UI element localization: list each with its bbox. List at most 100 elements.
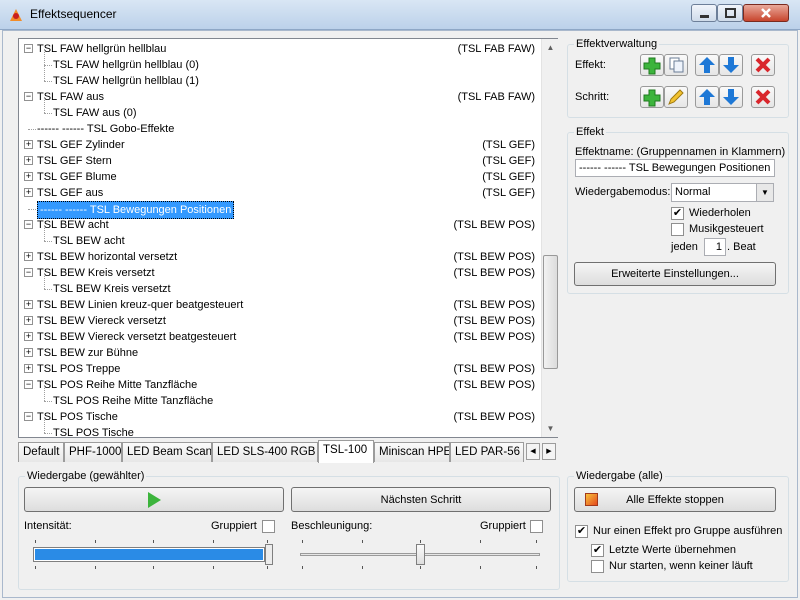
tree-row[interactable]: + TSL GEF Stern (TSL GEF) [19, 153, 541, 169]
tab-led-sls-400-rgb[interactable]: LED SLS-400 RGB [212, 442, 318, 462]
arrow-up-icon [699, 89, 715, 105]
tab-phf-1000[interactable]: PHF-1000 [64, 442, 122, 462]
expand-icon[interactable]: + [24, 140, 33, 149]
tree-row[interactable]: + TSL BEW Viereck versetzt (TSL BEW POS) [19, 313, 541, 329]
tree-row-group-tag: (TSL GEF) [482, 187, 535, 199]
tree-row[interactable]: − TSL FAW hellgrün hellblau (TSL FAB FAW) [19, 41, 541, 57]
acceleration-thumb[interactable] [416, 544, 425, 565]
collapse-icon[interactable]: − [24, 92, 33, 101]
tree-row[interactable]: TSL POS Reihe Mitte Tanzfläche [19, 385, 541, 409]
expand-icon[interactable]: + [24, 252, 33, 261]
tab-scroll-left-icon[interactable]: ◀ [526, 443, 540, 460]
tab-miniscan-hpe[interactable]: Miniscan HPE [374, 442, 450, 462]
tree-scrollbar[interactable]: ▲ ▼ [541, 39, 558, 437]
add-effect-button[interactable] [640, 54, 664, 76]
tree-row[interactable]: + TSL GEF Blume (TSL GEF) [19, 169, 541, 185]
expand-icon[interactable]: + [24, 300, 33, 309]
keep-last-values-checkbox[interactable]: ✔ [591, 544, 604, 557]
tree-row[interactable]: TSL BEW acht [19, 225, 541, 249]
playback-mode-select[interactable]: Normal ▼ [671, 183, 774, 202]
tab-led-beam-scan[interactable]: LED Beam Scan [122, 442, 212, 462]
delete-step-button[interactable] [751, 86, 775, 108]
tree-row[interactable]: ------ ------ TSL Bewegungen Positionen [19, 201, 541, 219]
tree-row-group-tag: (TSL GEF) [482, 171, 535, 183]
move-effect-down-button[interactable] [719, 54, 743, 76]
tree-row[interactable]: − TSL BEW Kreis versetzt (TSL BEW POS) [19, 265, 541, 281]
advanced-settings-button[interactable]: Erweiterte Einstellungen... [574, 262, 776, 286]
collapse-icon[interactable]: − [24, 412, 33, 421]
move-step-down-button[interactable] [719, 86, 743, 108]
collapse-icon[interactable]: − [24, 44, 33, 53]
playback-all-legend: Wiedergabe (alle) [576, 470, 663, 482]
tree-line [44, 433, 52, 434]
collapse-icon[interactable]: − [24, 220, 33, 229]
music-controlled-checkbox[interactable] [671, 223, 684, 236]
only-start-if-none-running-checkbox[interactable] [591, 560, 604, 573]
tree-line [44, 241, 52, 242]
tree-row[interactable]: ------ ------ TSL Gobo-Effekte [19, 121, 541, 137]
add-step-button[interactable] [640, 86, 664, 108]
intensity-grouped-label: Gruppiert [211, 520, 257, 532]
tree-row[interactable]: + TSL BEW Viereck versetzt beatgesteuert (… [19, 329, 541, 345]
one-effect-per-group-checkbox[interactable]: ✔ [575, 525, 588, 538]
effect-tree[interactable]: − TSL FAW hellgrün hellblau (TSL FAB FAW) T… [18, 38, 558, 438]
expand-icon[interactable]: + [24, 332, 33, 341]
expand-icon[interactable]: + [24, 364, 33, 373]
move-step-up-button[interactable] [695, 86, 719, 108]
acceleration-slider[interactable] [298, 540, 542, 569]
maximize-icon [725, 8, 736, 18]
tree-row[interactable]: + TSL GEF aus (TSL GEF) [19, 185, 541, 201]
scroll-down-arrow-icon[interactable]: ▼ [542, 420, 559, 437]
edit-step-button[interactable] [664, 86, 688, 108]
scroll-up-arrow-icon[interactable]: ▲ [542, 39, 559, 56]
tree-row[interactable]: − TSL FAW aus (TSL FAB FAW) [19, 89, 541, 105]
tree-row[interactable]: + TSL POS Treppe (TSL BEW POS) [19, 361, 541, 377]
beat-input[interactable]: 1 [704, 238, 726, 256]
effect-name-input[interactable]: ------ ------ TSL Bewegungen Positionen [575, 159, 775, 177]
move-effect-up-button[interactable] [695, 54, 719, 76]
tab-led-par-56[interactable]: LED PAR-56 D [450, 442, 524, 462]
expand-icon[interactable]: + [24, 156, 33, 165]
expand-icon[interactable]: + [24, 188, 33, 197]
chevron-down-icon[interactable]: ▼ [756, 184, 773, 201]
next-step-button[interactable]: Nächsten Schritt [291, 487, 551, 512]
title-bar[interactable]: Effektsequencer [0, 0, 800, 30]
tree-row[interactable]: TSL BEW Kreis versetzt [19, 273, 541, 297]
intensity-grouped-checkbox[interactable] [262, 520, 275, 533]
tree-row-label: TSL BEW zur Bühne [37, 347, 139, 359]
tree-row[interactable]: + TSL GEF Zylinder (TSL GEF) [19, 137, 541, 153]
repeat-checkbox[interactable]: ✔ [671, 207, 684, 220]
tree-row[interactable]: − TSL POS Reihe Mitte Tanzfläche (TSL BEW … [19, 377, 541, 393]
maximize-button[interactable] [717, 4, 743, 22]
scroll-thumb[interactable] [543, 255, 558, 369]
copy-effect-button[interactable] [664, 54, 688, 76]
intensity-slider[interactable] [31, 540, 273, 569]
tree-row[interactable]: − TSL BEW acht (TSL BEW POS) [19, 217, 541, 233]
delete-effect-button[interactable] [751, 54, 775, 76]
tree-row[interactable]: TSL FAW hellgrün hellblau (1) [19, 65, 541, 89]
arrow-down-icon [723, 89, 739, 105]
tree-row[interactable]: + TSL BEW Linien kreuz-quer beatgesteuert… [19, 297, 541, 313]
collapse-icon[interactable]: − [24, 268, 33, 277]
tab-scroll-right-icon[interactable]: ▶ [542, 443, 556, 460]
tree-row[interactable]: TSL FAW aus (0) [19, 97, 541, 121]
tree-row[interactable]: TSL POS Tische [19, 417, 541, 437]
tree-row[interactable]: + TSL BEW zur Bühne [19, 345, 541, 361]
intensity-thumb[interactable] [265, 544, 273, 565]
acceleration-grouped-checkbox[interactable] [530, 520, 543, 533]
minimize-button[interactable] [691, 4, 717, 22]
tab-tsl-100[interactable]: TSL-100 [318, 440, 374, 463]
expand-icon[interactable]: + [24, 316, 33, 325]
close-icon [761, 8, 771, 18]
close-button[interactable] [743, 4, 789, 22]
expand-icon[interactable]: + [24, 348, 33, 357]
tree-row[interactable]: + TSL BEW horizontal versetzt (TSL BEW POS… [19, 249, 541, 265]
tree-row[interactable]: TSL FAW hellgrün hellblau (0) [19, 49, 541, 73]
tab-default[interactable]: Default [18, 442, 64, 462]
expand-icon[interactable]: + [24, 172, 33, 181]
plus-icon [643, 57, 661, 75]
play-button[interactable] [24, 487, 284, 512]
collapse-icon[interactable]: − [24, 380, 33, 389]
tree-row[interactable]: − TSL POS Tische (TSL BEW POS) [19, 409, 541, 425]
stop-all-effects-button[interactable]: Alle Effekte stoppen [574, 487, 776, 512]
